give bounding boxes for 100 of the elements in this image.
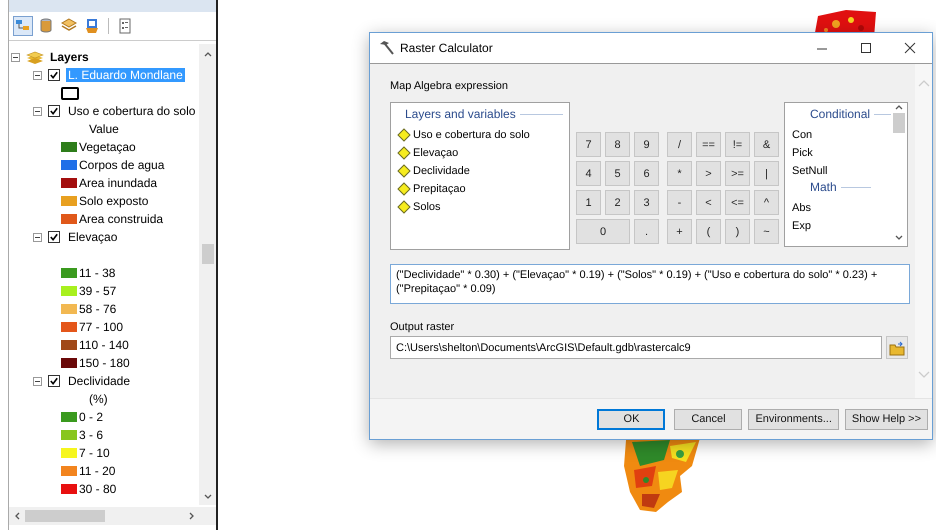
legend-label: 11 - 20 [79, 464, 116, 478]
function-item[interactable]: Con [792, 126, 891, 144]
folder-icon [889, 340, 905, 356]
layer-item[interactable]: Prepitaçao [397, 180, 563, 198]
layer-item[interactable]: Uso e cobertura do solo [397, 126, 563, 144]
function-item[interactable]: Pick [792, 144, 891, 162]
function-item[interactable]: SetNull [792, 162, 891, 180]
scroll-down-icon[interactable] [202, 493, 212, 501]
legend-label: Area inundada [79, 176, 158, 190]
keypad-key[interactable]: 1 [576, 190, 601, 215]
legend-label: 0 - 2 [79, 410, 104, 424]
keypad-key[interactable]: . [634, 219, 659, 244]
operator-key[interactable]: * [667, 161, 692, 186]
scroll-left-icon[interactable] [13, 511, 21, 521]
section-label: Map Algebra expression [390, 80, 510, 92]
check-icon [49, 232, 59, 242]
layer-item[interactable]: Solos [397, 198, 563, 216]
keypad-key[interactable]: 4 [576, 161, 601, 186]
scrollbar-thumb[interactable] [25, 510, 105, 522]
legend-label: 39 - 57 [79, 284, 116, 298]
check-icon [49, 106, 59, 116]
operator-key[interactable]: <= [725, 190, 750, 215]
legend-label: 30 - 80 [79, 482, 116, 496]
legend-heading: (%) [89, 392, 108, 406]
checkbox[interactable] [48, 231, 60, 243]
operator-key[interactable]: > [696, 161, 721, 186]
scrollbar-thumb[interactable] [893, 113, 905, 133]
outline-symbol [61, 86, 79, 100]
collapse-icon[interactable] [33, 106, 42, 116]
layer-label[interactable]: Uso e cobertura do solo [66, 104, 198, 118]
diamond-icon [397, 182, 411, 196]
layer-label[interactable]: Declividade [66, 374, 132, 388]
hammer-icon [378, 40, 394, 56]
operator-key[interactable]: ^ [754, 190, 779, 215]
dialog-button[interactable]: Environments... [748, 408, 839, 430]
legend-label: Solo exposto [79, 194, 148, 208]
field-label: Output raster [390, 321, 456, 333]
layer-item[interactable]: Declividade [397, 162, 563, 180]
scroll-up-icon[interactable] [202, 50, 212, 58]
operator-key[interactable]: + [667, 219, 692, 244]
list-heading: Conditional [792, 107, 891, 121]
operator-key[interactable]: | [754, 161, 779, 186]
diamond-icon [397, 200, 411, 214]
operator-key[interactable]: & [754, 132, 779, 157]
check-icon [49, 376, 59, 386]
diamond-icon [397, 164, 411, 178]
scroll-right-icon[interactable] [188, 511, 196, 521]
output-raster-field[interactable]: C:\Users\shelton\Documents\ArcGIS\Default.gdb\rastercalc9 [390, 336, 882, 359]
operator-key[interactable]: ( [696, 219, 721, 244]
layer-label[interactable]: Elevaçao [66, 230, 120, 244]
operator-key[interactable]: >= [725, 161, 750, 186]
list-heading: Math [792, 180, 891, 194]
scrollbar-thumb[interactable] [202, 244, 214, 264]
function-item[interactable]: Exp [792, 217, 891, 235]
toolbar-button[interactable] [13, 16, 33, 36]
list-heading: Layers and variables [397, 107, 563, 121]
legend-label: 11 - 38 [79, 266, 116, 280]
legend-label: 3 - 6 [79, 428, 104, 442]
dialog-button[interactable]: Cancel [674, 408, 742, 430]
diamond-icon [397, 128, 411, 142]
collapse-icon[interactable] [33, 232, 42, 242]
checkbox[interactable] [48, 375, 60, 387]
operator-key[interactable]: - [667, 190, 692, 215]
legend-label: 77 - 100 [79, 320, 124, 334]
expression-field[interactable]: ("Declividade" * 0.30) + ("Elevaçao" * 0.19) + ("Solos" * 0.19) + ("Uso e cobertura do solo" * 0.23) + ("Prepitaçao" * 0.09) [390, 264, 910, 304]
checkbox[interactable] [48, 105, 60, 117]
legend-heading: Value [89, 122, 119, 136]
layer-group-label[interactable]: Layers [48, 50, 91, 64]
window-title: Raster Calculator [400, 41, 494, 55]
diamond-icon [397, 146, 411, 160]
layers-icon [26, 49, 44, 65]
legend-label: Corpos de agua [79, 158, 164, 172]
collapse-icon[interactable] [33, 376, 42, 386]
keypad-key[interactable]: 9 [634, 132, 659, 157]
operator-key[interactable]: < [696, 190, 721, 215]
legend-label: Area construida [79, 212, 164, 226]
legend-label: 110 - 140 [79, 338, 129, 352]
browse-button[interactable] [886, 336, 908, 359]
keypad-key[interactable]: 2 [605, 190, 630, 215]
collapse-icon[interactable] [33, 70, 42, 80]
keypad-key[interactable]: 6 [634, 161, 659, 186]
operator-key[interactable]: != [725, 132, 750, 157]
keypad-key[interactable]: 0 [576, 219, 630, 244]
operator-key[interactable]: / [667, 132, 692, 157]
dialog-button[interactable]: Show Help >> [844, 408, 928, 430]
keypad-key[interactable]: 7 [576, 132, 601, 157]
checkbox[interactable] [48, 69, 60, 81]
collapse-icon[interactable] [11, 52, 20, 62]
legend-label: 150 - 180 [79, 356, 130, 370]
keypad-key[interactable]: 5 [605, 161, 630, 186]
selection-icon [83, 17, 101, 35]
layer-item[interactable]: Elevaçao [397, 144, 563, 162]
keypad-key[interactable]: 3 [634, 190, 659, 215]
dialog-button[interactable]: OK [597, 408, 666, 430]
function-item[interactable]: Abs [792, 199, 891, 217]
operator-key[interactable]: ~ [754, 219, 779, 244]
keypad-key[interactable]: 8 [605, 132, 630, 157]
legend-label: 58 - 76 [79, 302, 116, 316]
operator-key[interactable]: ) [725, 219, 750, 244]
operator-key[interactable]: == [696, 132, 721, 157]
